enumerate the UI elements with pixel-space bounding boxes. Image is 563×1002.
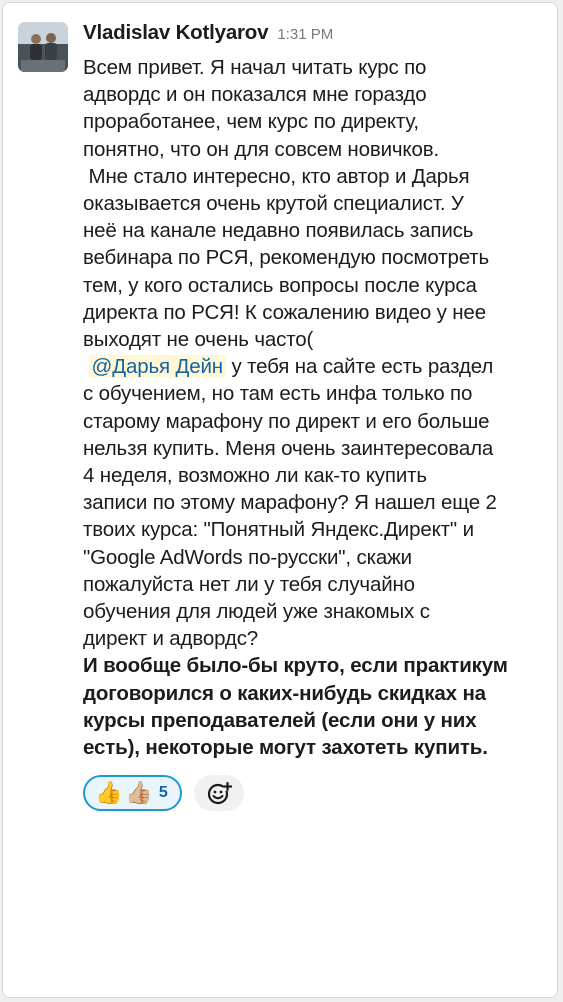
message-line: нельзя купить. Меня очень заинтересовала — [83, 436, 494, 460]
mention-prefix — [83, 355, 89, 378]
reactions-bar: 👍 👍🏼 5 — [83, 775, 551, 812]
author-name[interactable]: Vladislav Kotlyarov — [83, 21, 269, 45]
message-line: неё на канале недавно появилась запись — [83, 219, 474, 243]
avatar[interactable] — [18, 22, 68, 72]
message-line: проработанее, чем курс по директу, — [83, 110, 419, 134]
mention-line: @Дарья Дейн у тебя на сайте есть раздел — [83, 353, 553, 380]
message-content: Vladislav Kotlyarov 1:31 PM Всем привет.… — [83, 21, 553, 812]
message-line: понятно, что он для совсем новичков. — [83, 137, 440, 161]
thumbs-up-reaction[interactable]: 👍 👍🏼 5 — [83, 775, 182, 812]
add-reaction-icon — [207, 782, 232, 805]
thumbs-up-icon: 👍 — [95, 780, 123, 806]
message-line: обучения для людей уже знакомых с — [83, 600, 430, 624]
thumbs-up-light-skin-icon: 👍🏼 — [125, 780, 153, 806]
message-line: выходят не очень часто( — [83, 328, 314, 352]
message-line: Мне стало интересно, кто автор и Дарья — [83, 164, 470, 188]
bold-message-line: есть), некоторые могут захотеть купить. — [83, 736, 488, 760]
add-reaction-button[interactable] — [193, 775, 244, 812]
user-mention[interactable]: @Дарья Дейн — [88, 355, 226, 379]
message-line: записи по этому марафону? Я нашел еще 2 — [83, 491, 497, 515]
bold-message-line: курсы преподавателей (если они у них — [83, 708, 477, 732]
avatar-photo-icon — [18, 22, 68, 72]
message-line: Всем привет. Я начал читать курс по — [83, 56, 427, 79]
message-line: твоих курса: "Понятный Яндекс.Директ" и — [83, 518, 474, 542]
message-body: Всем привет. Я начал читать курс по адво… — [83, 54, 553, 761]
bold-message-line: И вообще было-бы круто, если практикум — [83, 654, 508, 678]
bold-message-line: договорился о каких-нибудь скидках на — [83, 681, 486, 705]
message-line: пожалуйста нет ли у тебя случайно — [83, 572, 415, 596]
message-card: Vladislav Kotlyarov 1:31 PM Всем привет.… — [2, 2, 558, 998]
message-line: старому марафону по директ и его больше — [83, 409, 490, 433]
message-line: с обучением, но там есть инфа только по — [83, 382, 473, 406]
message-line: 4 неделя, возможно ли как-то купить — [83, 464, 427, 488]
message-line: "Google AdWords по-русски", скажи — [83, 545, 412, 569]
message-line: вебинара по РСЯ, рекомендую посмотреть — [83, 246, 490, 270]
message-timestamp[interactable]: 1:31 PM — [277, 26, 333, 43]
message-header: Vladislav Kotlyarov 1:31 PM — [83, 21, 551, 51]
message-line: тем, у кого остались вопросы после курса — [83, 273, 477, 297]
message-line: директа по РСЯ! К сожалению видео у нее — [83, 300, 486, 324]
mention-rest: у тебя на сайте есть раздел — [225, 355, 494, 379]
message-line: директ и адвордс? — [83, 627, 259, 651]
reaction-count: 5 — [158, 784, 168, 802]
message-line: оказывается очень крутой специалист. У — [83, 192, 464, 216]
message-line: адвордс и он показался мне гораздо — [83, 83, 427, 107]
